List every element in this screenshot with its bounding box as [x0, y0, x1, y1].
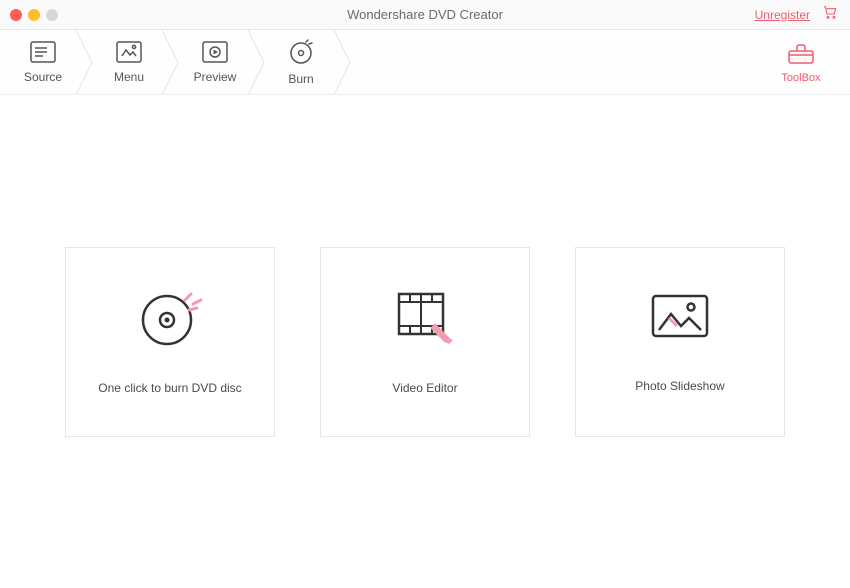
- source-icon: [30, 41, 56, 66]
- disc-icon: [135, 288, 205, 353]
- step-source[interactable]: Source: [0, 30, 86, 94]
- zoom-window-button[interactable]: [46, 9, 58, 21]
- card-video-editor[interactable]: Video Editor: [320, 247, 530, 437]
- card-photo-slideshow[interactable]: Photo Slideshow: [575, 247, 785, 437]
- window-controls: [0, 9, 58, 21]
- window-title: Wondershare DVD Creator: [0, 7, 850, 22]
- step-label: Burn: [288, 72, 313, 86]
- card-label: Photo Slideshow: [635, 379, 724, 393]
- card-burn-dvd[interactable]: One click to burn DVD disc: [65, 247, 275, 437]
- step-label: Preview: [194, 70, 237, 84]
- step-preview[interactable]: Preview: [172, 30, 258, 94]
- step-bar: Source Menu Preview: [0, 30, 850, 95]
- toolbox-label: ToolBox: [781, 72, 820, 84]
- step-menu[interactable]: Menu: [86, 30, 172, 94]
- titlebar-right: Unregister: [755, 4, 838, 25]
- unregister-link[interactable]: Unregister: [755, 8, 810, 22]
- toolbox-icon: [787, 41, 815, 68]
- minimize-window-button[interactable]: [28, 9, 40, 21]
- card-label: One click to burn DVD disc: [98, 381, 241, 395]
- video-editor-icon: [393, 288, 457, 353]
- step-label: Menu: [114, 70, 144, 84]
- burn-icon: [288, 39, 314, 68]
- titlebar: Wondershare DVD Creator Unregister: [0, 0, 850, 30]
- close-window-button[interactable]: [10, 9, 22, 21]
- card-label: Video Editor: [392, 381, 457, 395]
- toolbox-button[interactable]: ToolBox: [766, 30, 836, 95]
- step-label: Source: [24, 70, 62, 84]
- menu-icon: [116, 41, 142, 66]
- preview-icon: [202, 41, 228, 66]
- photo-slideshow-icon: [647, 290, 713, 351]
- content-area: One click to burn DVD disc: [0, 95, 850, 588]
- app-window: Wondershare DVD Creator Unregister: [0, 0, 850, 588]
- step-burn[interactable]: Burn: [258, 30, 344, 94]
- cart-icon[interactable]: [822, 4, 838, 25]
